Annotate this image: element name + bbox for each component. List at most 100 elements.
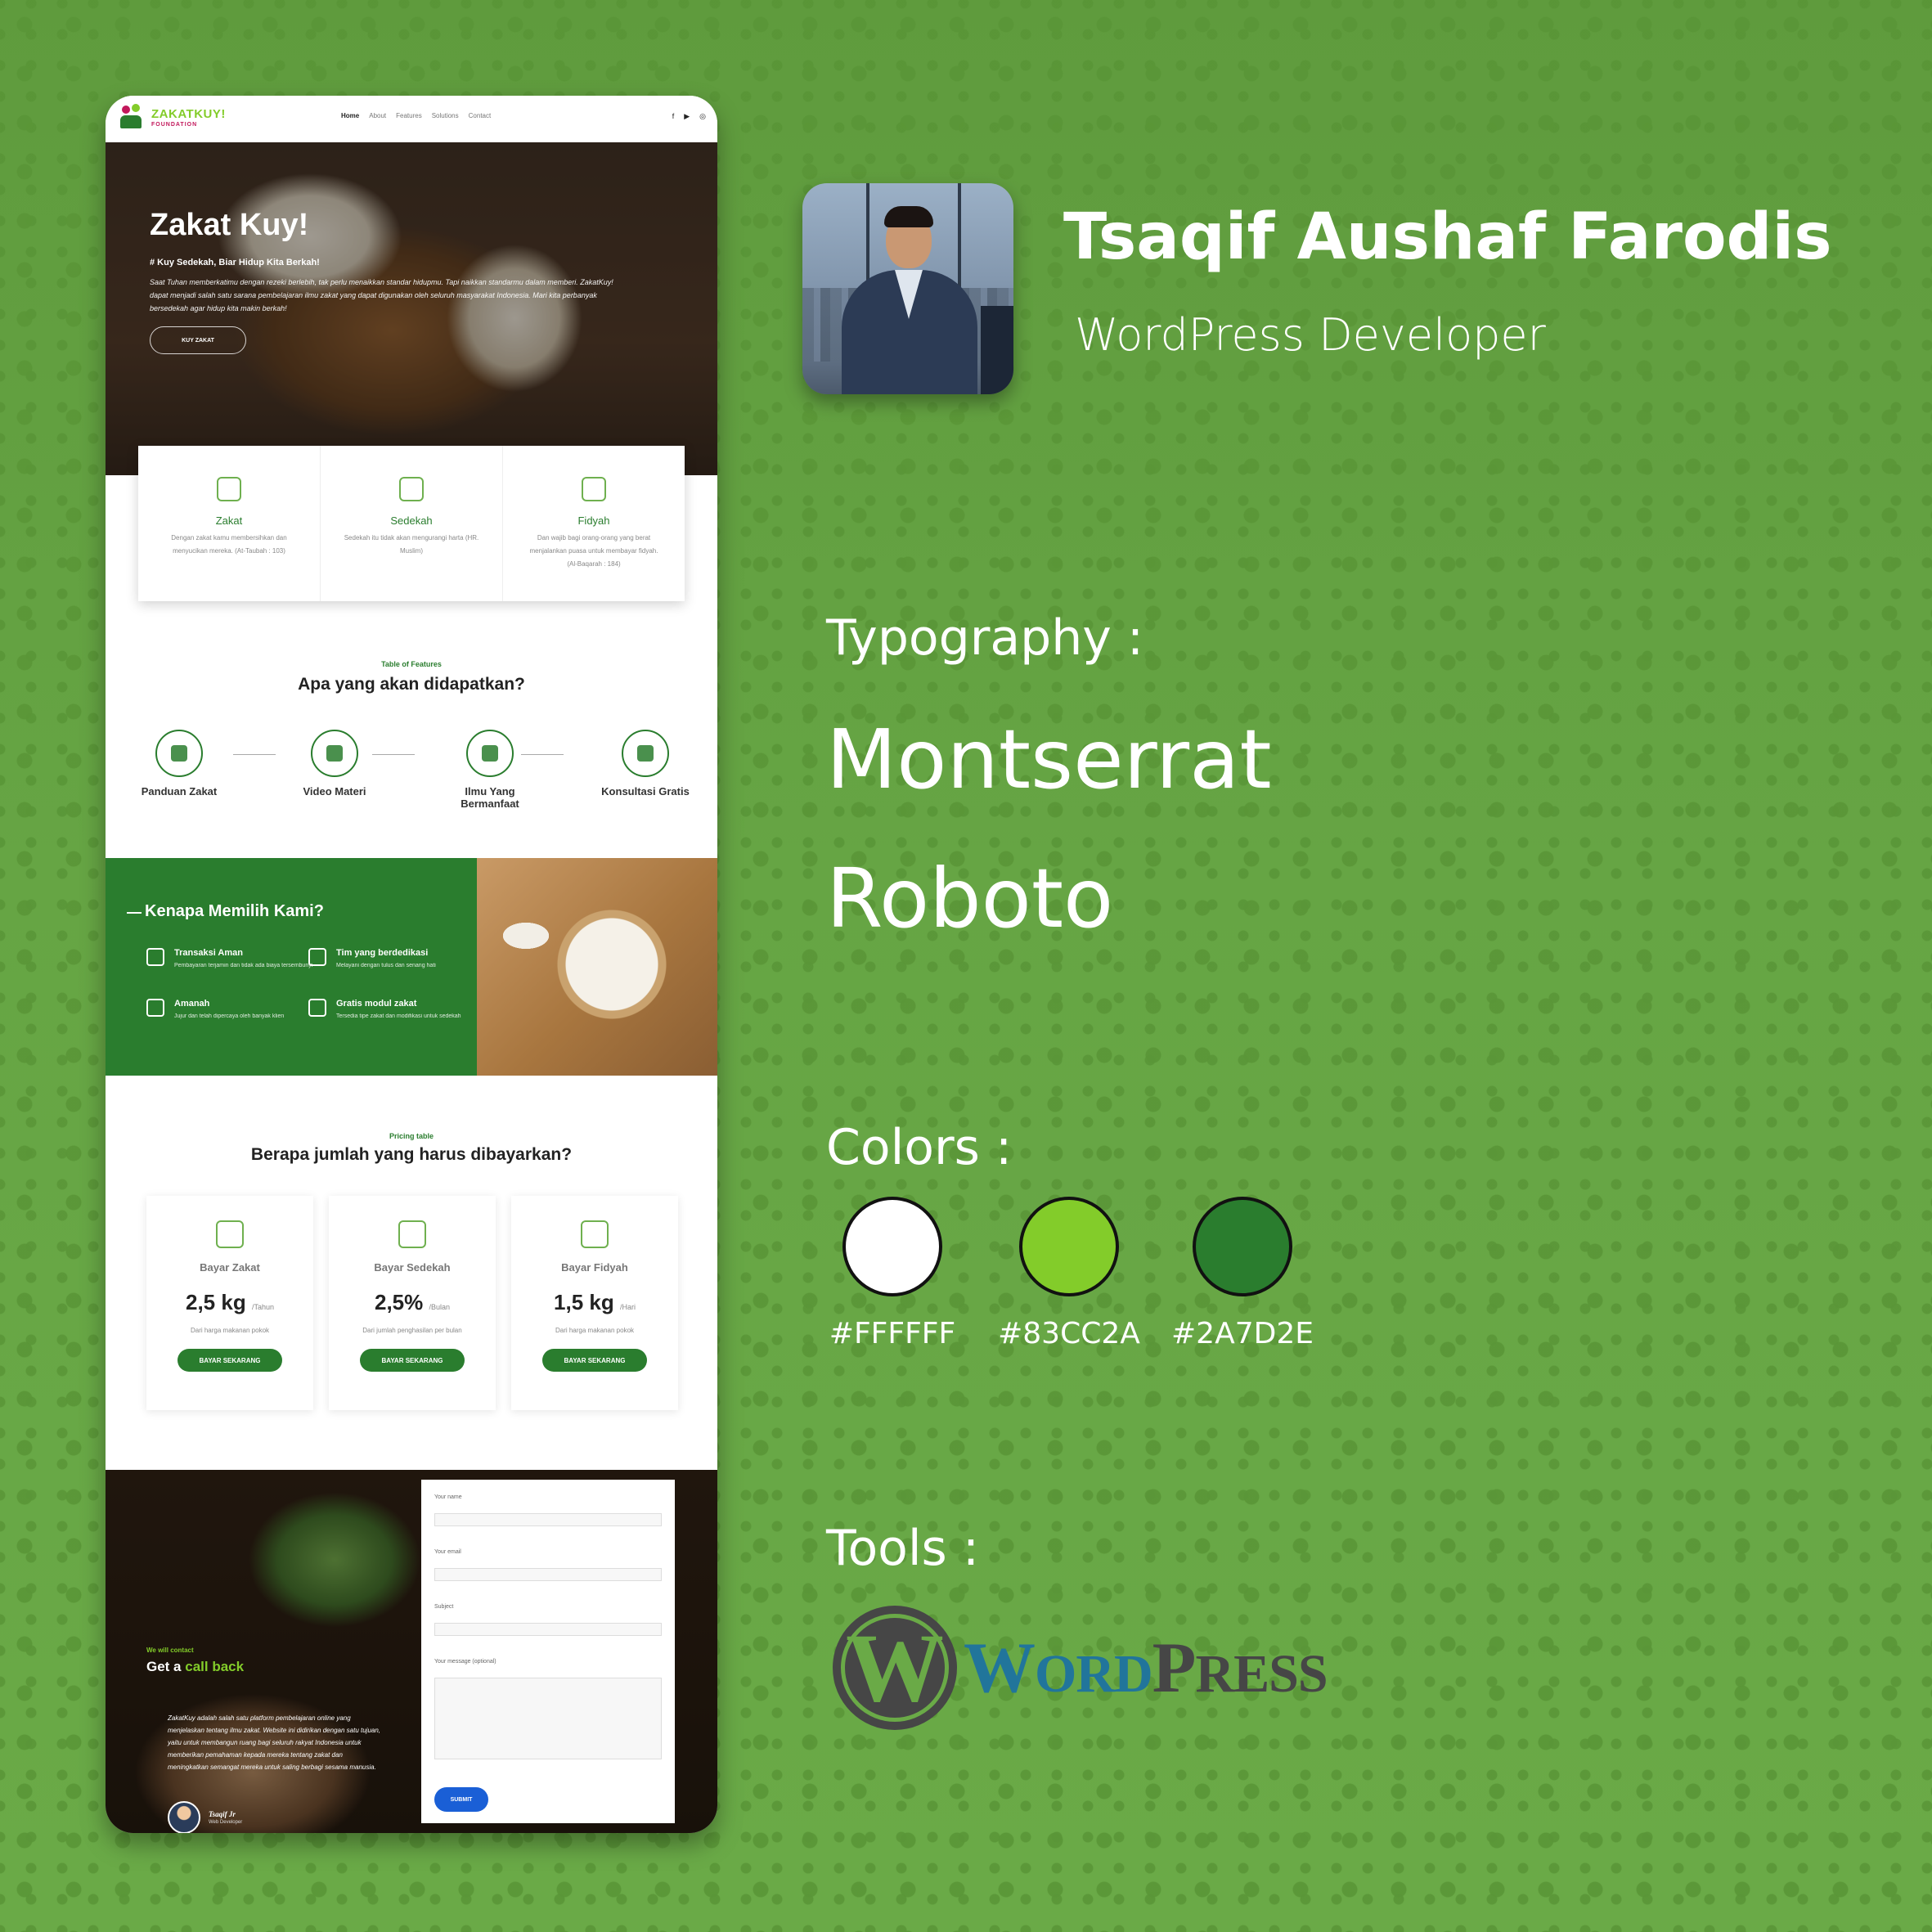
plan-amount: 2,5 kg <box>186 1290 246 1314</box>
features-title: Apa yang akan didapatkan? <box>298 675 525 694</box>
handshake-icon <box>308 999 326 1017</box>
feature-item[interactable]: Panduan Zakat <box>134 730 224 810</box>
author-name: Tsaqif Jr <box>209 1810 236 1818</box>
logo-name: ZAKATKUY! <box>151 107 226 121</box>
menu-item-solutions[interactable]: Solutions <box>432 112 459 119</box>
social-links: f ▶ ◎ <box>672 112 706 121</box>
plan-unit: /Tahun <box>251 1303 274 1311</box>
card-desc: Dengan zakat kamu membersihkan dan menyu… <box>171 534 287 555</box>
feature-item[interactable]: Konsultasi Gratis <box>600 730 690 810</box>
plan-card: Bayar Fidyah 1,5 kg /Hari Dari harga mak… <box>511 1196 678 1410</box>
hero-section: Zakat Kuy! # Kuy Sedekah, Biar Hidup Kit… <box>106 142 717 475</box>
coin-hand-icon <box>398 1220 426 1248</box>
plan-name: Bayar Sedekah <box>374 1261 451 1274</box>
why-us-section: Kenapa Memilih Kami? Transaksi Aman Pemb… <box>106 858 477 1076</box>
colors-label: Colors : <box>826 1119 1013 1176</box>
author-role: Web Developer <box>209 1820 243 1825</box>
feature-label: Konsultasi Gratis <box>601 785 690 798</box>
why-item-desc: Pembayaran terjamin dan tidak ada biaya … <box>174 963 313 968</box>
plan-amount: 1,5 kg <box>554 1290 614 1314</box>
hero-title: Zakat Kuy! <box>150 208 309 242</box>
features-row: Panduan Zakat Video Materi Ilmu Yang Ber… <box>134 730 690 810</box>
card-desc: Dan wajib bagi orang-orang yang berat me… <box>529 534 658 568</box>
team-icon <box>308 948 326 966</box>
why-item-desc: Melayani dengan tulus dan senang hati <box>336 963 436 968</box>
pay-now-button[interactable]: BAYAR SEKARANG <box>360 1349 465 1372</box>
email-field[interactable] <box>434 1568 662 1581</box>
message-field[interactable] <box>434 1678 662 1759</box>
plan-amount: 2,5% <box>374 1290 424 1314</box>
color-hex-white: #FFFFFF <box>829 1317 956 1350</box>
thumbs-up-icon <box>146 999 164 1017</box>
name-label: Your name <box>434 1494 462 1500</box>
menu-item-about[interactable]: About <box>369 112 386 119</box>
book-icon <box>155 730 203 777</box>
submit-button[interactable]: SUBMIT <box>434 1787 488 1812</box>
feature-label: Panduan Zakat <box>141 785 218 798</box>
profile-role: WordPress Developer <box>1075 309 1546 361</box>
money-bag-icon <box>216 1220 244 1248</box>
color-hex-light-green: #83CC2A <box>998 1317 1140 1350</box>
hero-subtitle: # Kuy Sedekah, Biar Hidup Kita Berkah! <box>150 258 320 267</box>
pricing-plans: Bayar Zakat 2,5 kg /Tahun Dari harga mak… <box>146 1196 678 1410</box>
plan-name: Bayar Zakat <box>200 1261 260 1274</box>
plan-unit: /Bulan <box>429 1303 451 1311</box>
plan-card: Bayar Zakat 2,5 kg /Tahun Dari harga mak… <box>146 1196 313 1410</box>
avatar <box>168 1801 200 1833</box>
features-label: Table of Features <box>381 660 442 668</box>
profile-name: Tsaqif Aushaf Farodis <box>1063 200 1832 274</box>
plan-desc: Dari jumlah penghasilan per bulan <box>362 1327 462 1334</box>
plan-unit: /Hari <box>619 1303 636 1311</box>
menu-item-contact[interactable]: Contact <box>469 112 492 119</box>
rice-bowl-image <box>477 858 717 1076</box>
menu-item-home[interactable]: Home <box>341 112 359 119</box>
why-item-desc: Jujur dan telah dipercaya oleh banyak kl… <box>174 1013 285 1019</box>
name-field[interactable] <box>434 1513 662 1526</box>
site-menu: Home About Features Solutions Contact <box>341 112 491 119</box>
card-zakat: Zakat Dengan zakat kamu membersihkan dan… <box>138 446 321 601</box>
color-swatch-white <box>842 1197 942 1296</box>
profile-photo <box>802 183 1013 394</box>
facebook-icon[interactable]: f <box>672 112 675 121</box>
logo-mark-icon <box>119 104 146 132</box>
youtube-icon[interactable]: ▶ <box>684 112 690 121</box>
document-icon <box>581 1220 609 1248</box>
contact-form: Your name Your email Subject Your messag… <box>421 1480 675 1823</box>
contact-paragraph: ZakatKuy adalah salah satu platform pemb… <box>168 1714 381 1771</box>
video-icon <box>311 730 358 777</box>
card-desc: Sedekah itu tidak akan mengurangi harta … <box>344 534 479 555</box>
card-title: Fidyah <box>577 514 610 527</box>
contact-title-prefix: Get a <box>146 1659 186 1674</box>
pricing-label: Pricing table <box>389 1132 434 1140</box>
card-title: Zakat <box>215 514 243 527</box>
menu-item-features[interactable]: Features <box>396 112 422 119</box>
plan-card: Bayar Sedekah 2,5% /Bulan Dari jumlah pe… <box>329 1196 496 1410</box>
message-label: Your message (optional) <box>434 1659 496 1665</box>
pay-now-button[interactable]: BAYAR SEKARANG <box>177 1349 282 1372</box>
feature-item[interactable]: Video Materi <box>290 730 380 810</box>
plan-price: 2,5 kg /Tahun <box>146 1290 313 1315</box>
plan-name: Bayar Fidyah <box>561 1261 628 1274</box>
font-montserrat: Montserrat <box>826 712 1272 807</box>
pay-now-button[interactable]: BAYAR SEKARANG <box>542 1349 647 1372</box>
pricing-title: Berapa jumlah yang harus dibayarkan? <box>250 1145 573 1164</box>
why-item: Tim yang berdedikasi Melayani dengan tul… <box>308 948 483 971</box>
plan-desc: Dari harga makanan pokok <box>555 1327 635 1334</box>
why-item: Gratis modul zakat Tersedia tipe zakat d… <box>308 999 483 1022</box>
instagram-icon[interactable]: ◎ <box>699 112 706 121</box>
hero-cta-button[interactable]: KUY ZAKAT <box>150 326 246 354</box>
why-item-title: Transaksi Aman <box>174 948 243 958</box>
card-title: Sedekah <box>390 514 433 527</box>
plan-desc: Dari harga makanan pokok <box>190 1327 270 1334</box>
why-item-title: Tim yang berdedikasi <box>336 948 429 958</box>
card-fidyah: Fidyah Dan wajib bagi orang-orang yang b… <box>503 446 685 601</box>
wordpress-icon: W <box>833 1606 957 1730</box>
contact-title-highlight: call back <box>185 1659 245 1674</box>
plan-price: 2,5% /Bulan <box>329 1290 496 1315</box>
site-logo[interactable]: ZAKATKUY! FOUNDATION <box>119 104 226 132</box>
feature-label: Video Materi <box>303 785 366 798</box>
subject-field[interactable] <box>434 1623 662 1636</box>
feature-item[interactable]: Ilmu Yang Bermanfaat <box>445 730 535 810</box>
contact-author: Tsaqif Jr Web Developer <box>168 1801 242 1833</box>
why-item: Transaksi Aman Pembayaran terjamin dan t… <box>146 948 321 971</box>
